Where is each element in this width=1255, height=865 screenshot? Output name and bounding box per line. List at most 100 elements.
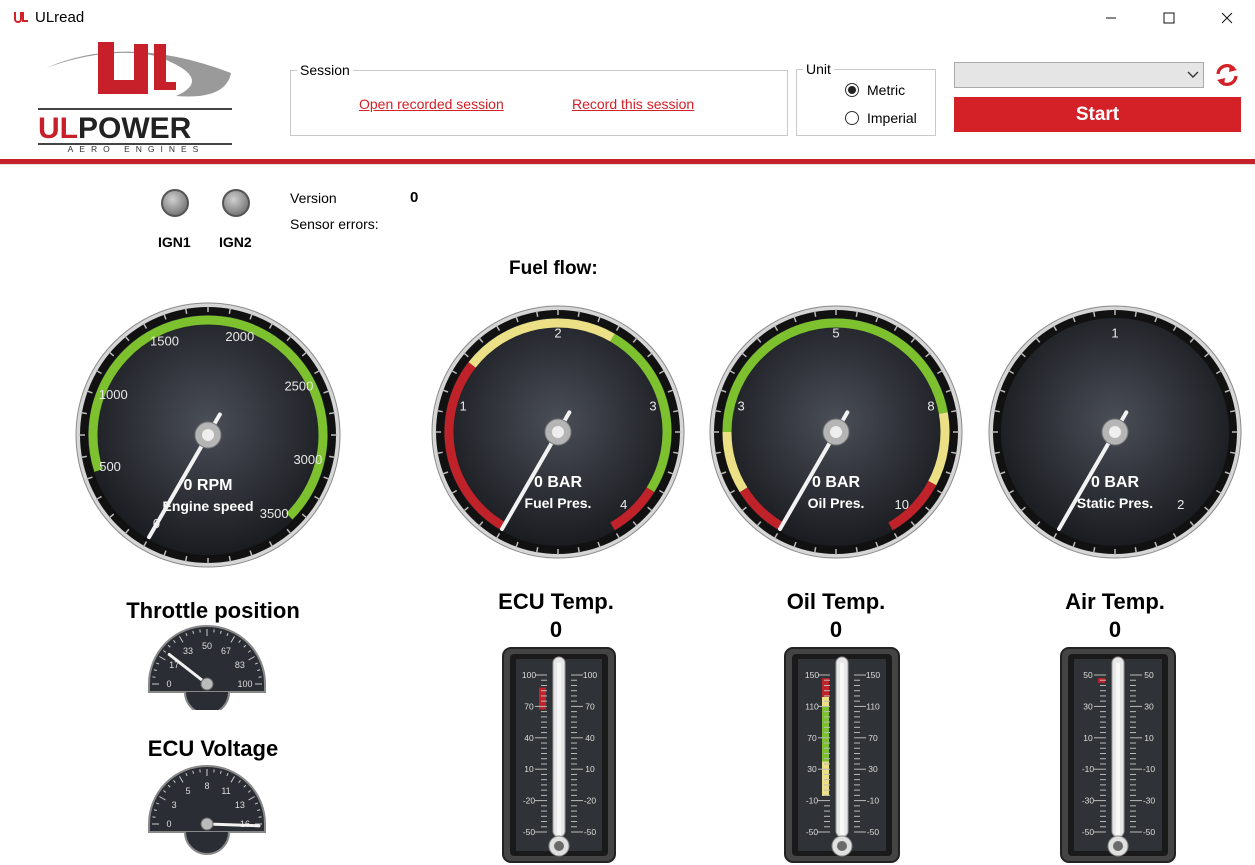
radio-metric-label: Metric: [867, 82, 906, 98]
gauge-hub-cap: [552, 426, 564, 438]
oil-temp-title: Oil Temp.: [786, 589, 886, 614]
gauge-tick: [184, 556, 188, 563]
thermometer-scale-label: -30: [1143, 796, 1156, 806]
radio-imperial-circle[interactable]: [845, 111, 859, 125]
thermometer-scale-label: 100: [522, 670, 536, 680]
gauge-tick: [714, 409, 721, 413]
gauge-label-text: Fuel Pres.: [525, 495, 592, 511]
gauge-tick: [329, 455, 336, 459]
gauge-tick: [535, 547, 539, 554]
ulpower-logo: UL POWER AERO ENGINES: [38, 42, 232, 154]
thermometer-bore: [557, 663, 561, 835]
small-gauge-tick-label: 100: [237, 679, 252, 689]
thermometer-scale-label: -50: [1082, 827, 1095, 837]
thermometer-scale-label: 50: [1083, 670, 1093, 680]
oil-temp-value: 0: [829, 617, 843, 642]
thermometer-zone: [822, 678, 829, 697]
port-select[interactable]: [954, 62, 1204, 88]
gauge-tick: [855, 547, 859, 554]
gauge-tick-label: 3500: [260, 506, 289, 521]
gauge-value-text: 0 BAR: [534, 474, 582, 491]
ign1-lamp: [161, 189, 189, 217]
gauge-tick-label: 10: [895, 497, 909, 512]
session-legend: Session: [300, 62, 350, 78]
start-button[interactable]: Start: [954, 97, 1241, 132]
small-gauge-tick-label: 0: [166, 679, 171, 689]
small-gauge-tick-label: 83: [235, 660, 245, 670]
brand-tagline: AERO ENGINES: [68, 144, 205, 154]
thermometer-bore: [840, 663, 844, 835]
gauge-tick: [813, 310, 817, 317]
radio-metric-circle[interactable]: [845, 83, 859, 97]
ign1-label: IGN1: [158, 234, 191, 250]
gauge-tick: [813, 547, 817, 554]
chevron-down-icon: [1187, 71, 1199, 78]
gauge-tick-label: 2: [1177, 497, 1184, 512]
thermometer-bore: [1116, 663, 1120, 835]
brand-ul: UL: [38, 112, 78, 145]
gauge-tick: [1230, 451, 1237, 455]
oil-temp-thermometer: 150 150 110 110 70 70 30 30 -10 -10 -50 -50: [784, 647, 900, 863]
gauge-tick: [577, 547, 581, 554]
radio-imperial[interactable]: Imperial: [845, 110, 917, 126]
thermometer-scale-label: -10: [867, 796, 880, 806]
gauge-tick-label: 1: [459, 399, 466, 414]
small-gauge-base: [184, 691, 230, 710]
ecu-temp-value: 0: [549, 617, 563, 642]
maximize-button[interactable]: [1140, 0, 1198, 36]
thermometer-scale-label: 150: [866, 670, 880, 680]
gauge-tick: [228, 307, 232, 314]
gauge-value-text: 0 BAR: [1091, 474, 1139, 491]
thermometer-scale-label: -50: [806, 827, 819, 837]
thermometer-scale-label: 50: [1144, 670, 1154, 680]
thermometer-bulb-core: [1113, 841, 1123, 851]
gauge-value-text: 0 RPM: [184, 477, 233, 494]
gauge-tick: [993, 409, 1000, 413]
small-gauge-tick-label: 3: [172, 800, 177, 810]
gauge-tick: [228, 556, 232, 563]
app-icon: [14, 12, 28, 23]
gauge-tick-label: 2000: [225, 329, 254, 344]
gauge-tick: [1134, 310, 1138, 317]
thermometer-scale-label: 100: [583, 670, 597, 680]
gauge-value-text: 0 BAR: [812, 474, 860, 491]
thermometer-scale-label: 10: [1144, 733, 1154, 743]
thermometer-scale-label: -50: [523, 827, 536, 837]
gauge-tick-label: 5: [832, 326, 839, 341]
gauge-tick: [1134, 547, 1138, 554]
oil-pressure-gauge: 3 5 8 10 0 BAR Oil Pres.: [709, 305, 963, 559]
minimize-button[interactable]: [1082, 0, 1140, 36]
gauge-tick: [80, 455, 87, 459]
gauge-tick-label: 2500: [284, 379, 313, 394]
refresh-icon[interactable]: [1213, 61, 1241, 89]
small-gauge-tick-label: 33: [183, 646, 193, 656]
small-gauge-hub: [200, 677, 214, 691]
close-button[interactable]: [1198, 0, 1255, 36]
thermometer-scale-label: 150: [805, 670, 819, 680]
open-recorded-session-link[interactable]: Open recorded session: [359, 96, 504, 112]
radio-imperial-label: Imperial: [867, 110, 917, 126]
throttle-position-title: Throttle position: [126, 598, 300, 623]
thermometer-scale-label: 40: [524, 733, 534, 743]
static-pressure-gauge: 1 2 0 BAR Static Pres.: [988, 305, 1242, 559]
air-temp-value: 0: [1108, 617, 1122, 642]
header-divider-shadow: [0, 164, 1255, 165]
gauge-hub-cap: [830, 426, 842, 438]
thermometer-scale-label: 110: [866, 701, 880, 711]
version-label: Version: [290, 190, 337, 206]
gauge-hub-cap: [1109, 426, 1121, 438]
radio-metric[interactable]: Metric: [845, 82, 905, 98]
window-title: ULread: [35, 9, 85, 26]
thermometer-scale-label: 10: [1083, 733, 1093, 743]
gauge-tick: [951, 451, 958, 455]
thermometer-scale-label: 70: [524, 701, 534, 711]
thermometer-scale-label: -10: [806, 796, 819, 806]
small-gauge-tick-label: 11: [221, 786, 230, 796]
thermometer-scale-label: -20: [584, 796, 597, 806]
thermometer-scale-label: -20: [523, 796, 536, 806]
unit-legend: Unit: [806, 61, 831, 77]
title-bar: [0, 0, 1255, 36]
thermometer-scale-label: -30: [1082, 796, 1095, 806]
record-session-link[interactable]: Record this session: [572, 96, 694, 112]
throttle-position-gauge: 01733506783100: [148, 625, 266, 710]
